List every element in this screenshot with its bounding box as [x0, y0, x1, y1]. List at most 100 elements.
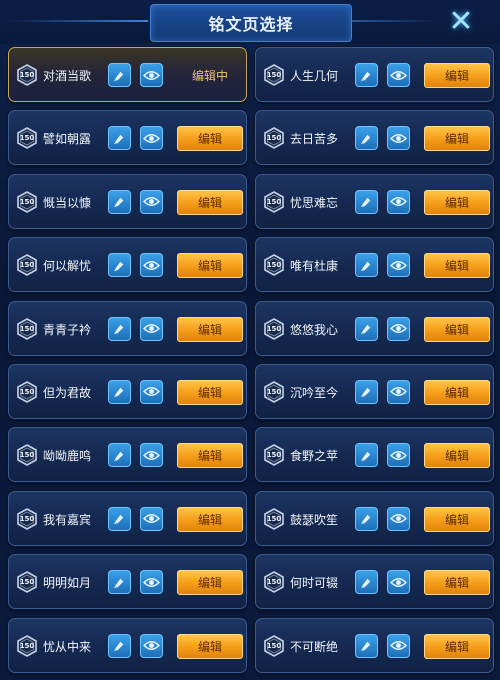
level-value: 150: [266, 387, 282, 396]
inscription-page-card[interactable]: 150 何时可辍 编辑: [255, 554, 494, 610]
level-value: 150: [266, 71, 282, 79]
brush-icon[interactable]: [355, 379, 378, 404]
brush-icon[interactable]: [355, 570, 378, 595]
page-name: 去日苦多: [290, 132, 339, 147]
brush-icon[interactable]: [108, 126, 131, 151]
level-value: 150: [266, 451, 282, 460]
eye-icon[interactable]: [140, 316, 163, 341]
edit-button[interactable]: 编辑: [424, 443, 490, 469]
inscription-page-card[interactable]: 150 何以解忧 编辑: [8, 237, 247, 293]
eye-icon[interactable]: [140, 633, 163, 658]
inscription-page-card[interactable]: 150 忧思难忘 编辑: [255, 173, 494, 229]
eye-icon[interactable]: [387, 633, 410, 658]
brush-icon[interactable]: [108, 443, 131, 468]
level-badge-icon: 150: [263, 190, 285, 213]
eye-icon[interactable]: [387, 189, 410, 214]
brush-icon[interactable]: [108, 63, 131, 87]
inscription-page-card[interactable]: 150 不可断绝 编辑: [255, 617, 494, 673]
page-name: 悠悠我心: [290, 322, 339, 337]
brush-icon[interactable]: [355, 126, 378, 151]
inscription-page-card[interactable]: 150 慨当以慷 编辑: [8, 173, 247, 229]
level-badge-icon: 150: [16, 571, 38, 594]
inscription-page-card[interactable]: 150 沉吟至今 编辑: [255, 363, 494, 419]
inscription-page-card[interactable]: 150 鼓瑟吹笙 编辑: [255, 490, 494, 546]
inscription-page-card[interactable]: 150 悠悠我心 编辑: [255, 300, 494, 356]
brush-icon[interactable]: [355, 316, 378, 341]
edit-button[interactable]: 编辑: [424, 253, 490, 279]
level-value: 150: [19, 578, 35, 587]
edit-button[interactable]: 编辑: [424, 63, 490, 88]
brush-icon[interactable]: [108, 570, 131, 595]
close-icon[interactable]: ✕: [446, 7, 476, 37]
eye-icon[interactable]: [140, 443, 163, 468]
edit-button[interactable]: 编辑: [177, 253, 243, 279]
edit-button[interactable]: 编辑: [177, 316, 243, 342]
eye-icon[interactable]: [140, 189, 163, 214]
eye-icon[interactable]: [140, 126, 163, 151]
brush-icon[interactable]: [108, 633, 131, 658]
level-badge-icon: 150: [263, 381, 285, 403]
inscription-page-card[interactable]: 150 对酒当歌 编辑中: [8, 47, 247, 102]
eye-icon[interactable]: [140, 506, 163, 531]
edit-button[interactable]: 编辑: [177, 189, 243, 215]
eye-icon[interactable]: [387, 379, 410, 404]
inscription-page-card[interactable]: 150 青青子衿 编辑: [8, 300, 247, 356]
inscription-page-card[interactable]: 150 明明如月 编辑: [8, 554, 247, 610]
inscription-page-card[interactable]: 150 呦呦鹿鸣 编辑: [8, 427, 247, 483]
edit-button[interactable]: 编辑: [424, 506, 490, 532]
edit-button[interactable]: 编辑: [424, 379, 490, 405]
level-value: 150: [19, 71, 35, 79]
level-badge-icon: 150: [16, 317, 38, 340]
edit-button[interactable]: 编辑: [424, 189, 490, 215]
eye-icon[interactable]: [387, 570, 410, 595]
brush-icon[interactable]: [355, 506, 378, 531]
edit-button[interactable]: 编辑: [424, 570, 490, 596]
edit-button[interactable]: 编辑: [177, 633, 243, 659]
edit-button[interactable]: 编辑: [177, 379, 243, 405]
level-value: 150: [266, 514, 282, 523]
edit-button[interactable]: 编辑: [177, 506, 243, 532]
page-name: 不可断绝: [290, 639, 339, 654]
edit-button[interactable]: 编辑: [177, 570, 243, 596]
eye-icon[interactable]: [387, 253, 410, 278]
page-name: 青青子衿: [43, 322, 92, 337]
eye-icon[interactable]: [387, 506, 410, 531]
brush-icon[interactable]: [355, 189, 378, 214]
edit-button[interactable]: 编辑: [177, 443, 243, 469]
inscription-page-card[interactable]: 150 去日苦多 编辑: [255, 110, 494, 166]
eye-icon[interactable]: [140, 570, 163, 595]
brush-icon[interactable]: [355, 633, 378, 658]
eye-icon[interactable]: [387, 316, 410, 341]
edit-button[interactable]: 编辑: [177, 126, 243, 152]
inscription-page-card[interactable]: 150 我有嘉宾 编辑: [8, 490, 247, 546]
brush-icon[interactable]: [108, 506, 131, 531]
brush-icon[interactable]: [355, 253, 378, 278]
brush-icon[interactable]: [355, 63, 378, 87]
edit-button[interactable]: 编辑: [424, 126, 490, 152]
edit-button[interactable]: 编辑: [424, 316, 490, 342]
level-badge-icon: 150: [16, 444, 38, 467]
brush-icon[interactable]: [108, 253, 131, 278]
eye-icon[interactable]: [387, 443, 410, 468]
inscription-page-card[interactable]: 150 忧从中来 编辑: [8, 617, 247, 673]
inscription-page-card[interactable]: 150 但为君故 编辑: [8, 363, 247, 419]
page-name: 但为君故: [43, 385, 92, 400]
eye-icon[interactable]: [140, 63, 163, 87]
level-value: 150: [266, 324, 282, 333]
brush-icon[interactable]: [108, 379, 131, 404]
inscription-page-card[interactable]: 150 食野之苹 编辑: [255, 427, 494, 483]
brush-icon[interactable]: [108, 316, 131, 341]
level-value: 150: [19, 261, 35, 270]
inscription-page-card[interactable]: 150 人生几何 编辑: [255, 47, 494, 102]
eye-icon[interactable]: [387, 63, 410, 87]
eye-icon[interactable]: [140, 379, 163, 404]
eye-icon[interactable]: [140, 253, 163, 278]
inscription-page-card[interactable]: 150 唯有杜康 编辑: [255, 237, 494, 293]
page-name: 何以解忧: [43, 259, 92, 274]
level-badge-icon: 150: [263, 127, 285, 150]
brush-icon[interactable]: [108, 189, 131, 214]
brush-icon[interactable]: [355, 443, 378, 468]
inscription-page-card[interactable]: 150 譬如朝露 编辑: [8, 110, 247, 166]
edit-button[interactable]: 编辑: [424, 633, 490, 659]
eye-icon[interactable]: [387, 126, 410, 151]
